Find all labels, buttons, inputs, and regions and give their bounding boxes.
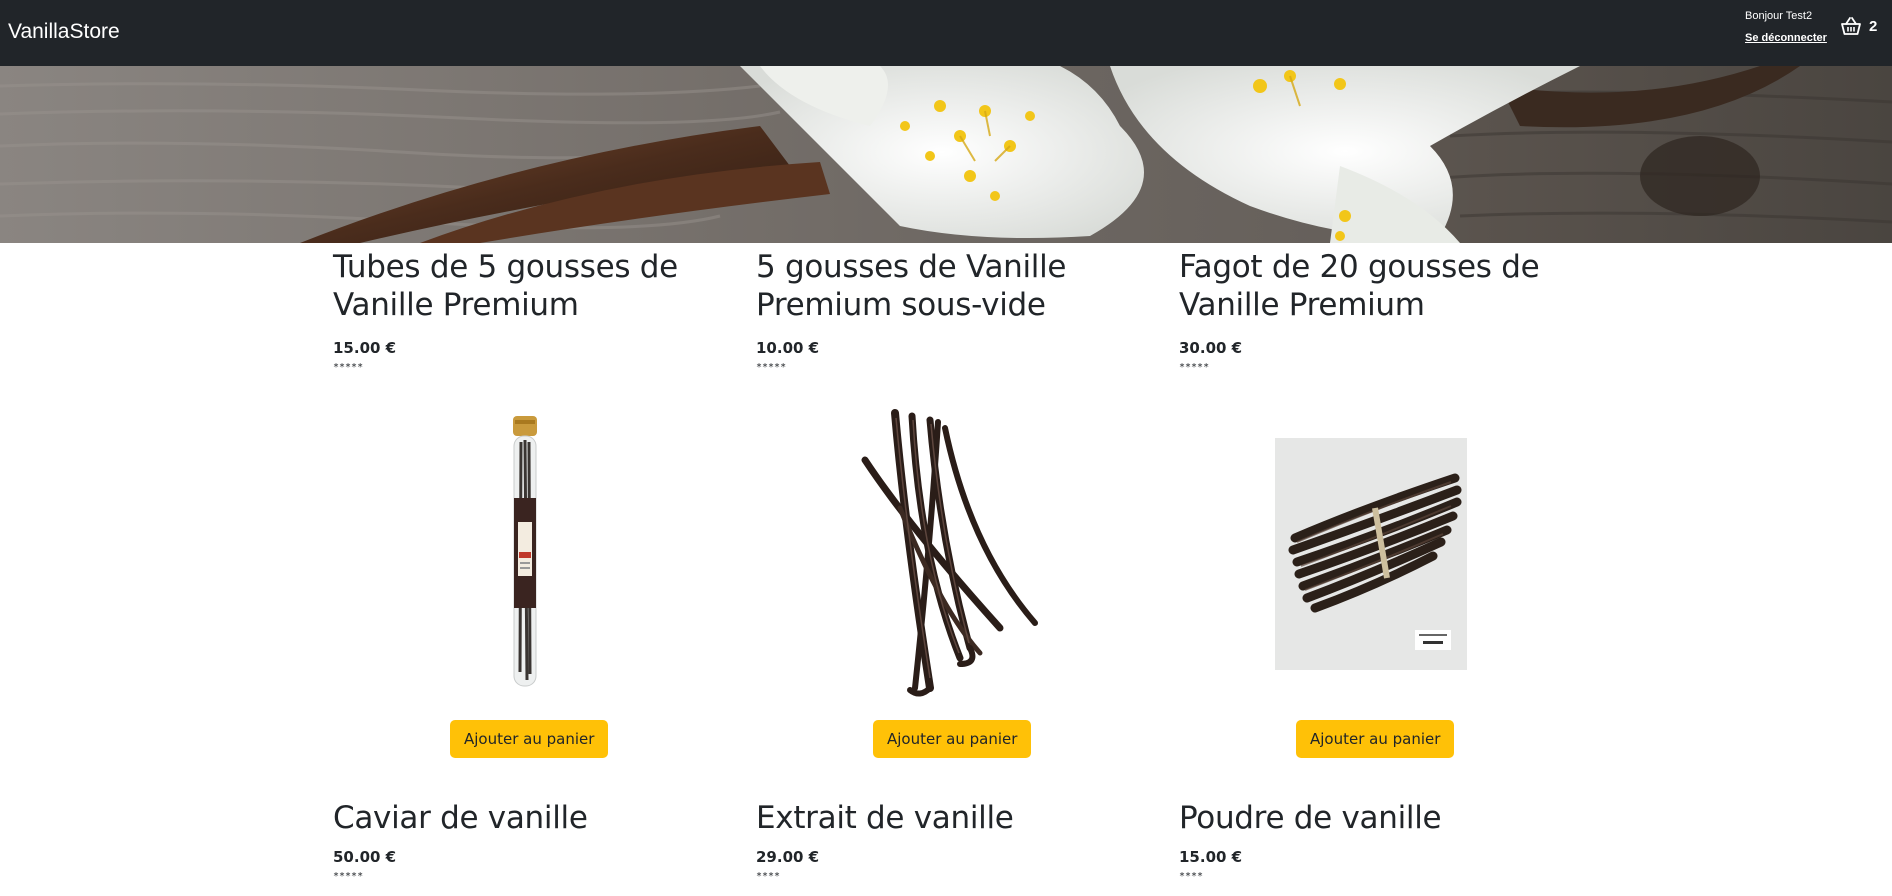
product-card: Tubes de 5 gousses de Vanille Premium	[333, 248, 733, 324]
product-rating: ****	[756, 871, 781, 882]
product-price: 30.00 €	[1179, 339, 1243, 357]
product-rating: *****	[333, 871, 364, 882]
product-rating: *****	[333, 362, 364, 373]
product-price: 15.00 €	[333, 339, 397, 357]
product-price: 29.00 €	[756, 848, 820, 866]
add-to-cart-button[interactable]: Ajouter au panier	[873, 720, 1032, 758]
vanilla-tube-image[interactable]	[505, 412, 545, 694]
cart-count: 2	[1869, 17, 1878, 35]
product-price: 15.00 €	[1179, 848, 1243, 866]
product-card: Poudre de vanille	[1179, 799, 1579, 837]
user-greeting: Bonjour Test2	[1745, 10, 1813, 22]
product-title[interactable]: Caviar de vanille	[333, 799, 733, 837]
product-card: Extrait de vanille	[756, 799, 1156, 837]
logout-link[interactable]: Se déconnecter	[1745, 32, 1835, 45]
product-rating: *****	[1179, 362, 1210, 373]
product-title[interactable]: Tubes de 5 gousses de Vanille Premium	[333, 248, 733, 324]
user-block: Bonjour Test2 Se déconnecter	[1745, 10, 1835, 45]
product-card: Caviar de vanille	[333, 799, 733, 837]
product-title[interactable]: Poudre de vanille	[1179, 799, 1579, 837]
product-rating: ****	[1179, 871, 1204, 882]
product-title[interactable]: Fagot de 20 gousses de Vanille Premium	[1179, 248, 1579, 324]
vanilla-flowers-banner	[0, 66, 1892, 243]
hero-banner	[0, 66, 1892, 243]
navbar: VanillaStore Bonjour Test2 Se déconnecte…	[0, 0, 1892, 66]
product-price: 10.00 €	[756, 339, 820, 357]
product-price: 50.00 €	[333, 848, 397, 866]
product-card: Fagot de 20 gousses de Vanille Premium	[1179, 248, 1579, 324]
add-to-cart-button[interactable]: Ajouter au panier	[1296, 720, 1455, 758]
cart-button[interactable]: 2	[1840, 13, 1877, 39]
product-card: 5 gousses de Vanille Premium sous-vide	[756, 248, 1156, 324]
product-title[interactable]: Extrait de vanille	[756, 799, 1156, 837]
product-rating: *****	[756, 362, 787, 373]
product-title[interactable]: 5 gousses de Vanille Premium sous-vide	[756, 248, 1156, 324]
basket-icon	[1840, 16, 1862, 36]
vanilla-pods-image[interactable]	[860, 408, 1040, 700]
vanilla-bundle-image[interactable]	[1275, 438, 1467, 670]
brand-link[interactable]: VanillaStore	[8, 19, 120, 45]
add-to-cart-button[interactable]: Ajouter au panier	[450, 720, 609, 758]
